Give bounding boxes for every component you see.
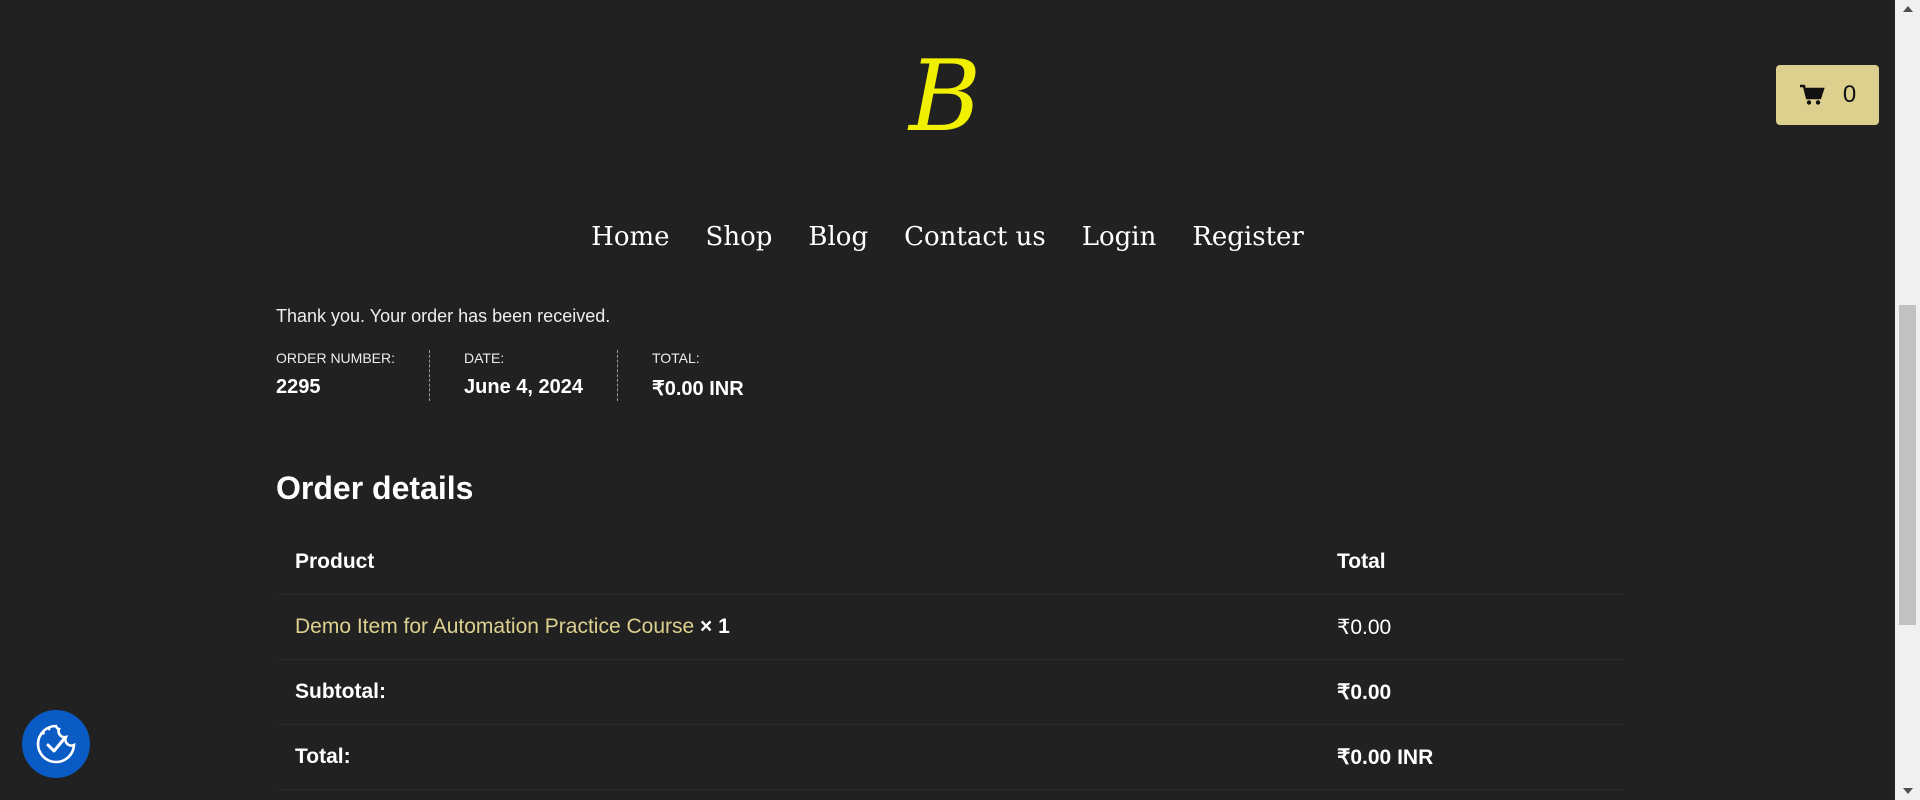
- scroll-up-arrow-icon[interactable]: [1895, 0, 1920, 18]
- overview-order-number: Order number: 2295: [276, 350, 431, 401]
- main-nav: Home Shop Blog Contact us Login Register: [0, 222, 1895, 252]
- table-row: Demo Item for Automation Practice Course…: [276, 594, 1626, 660]
- header-product: Product: [276, 530, 1318, 595]
- nav-home[interactable]: Home: [591, 222, 669, 252]
- vertical-scrollbar[interactable]: [1895, 0, 1920, 800]
- cart-count: 0: [1842, 81, 1857, 108]
- overview-label: Date:: [464, 350, 505, 366]
- order-details-table: Product Total Demo Item for Automation P…: [276, 530, 1626, 790]
- product-total: ₹0.00: [1318, 594, 1626, 660]
- header-total: Total: [1318, 530, 1626, 595]
- overview-value: 2295: [276, 376, 321, 398]
- scrollbar-thumb[interactable]: [1899, 305, 1916, 625]
- logo-icon: B: [907, 40, 981, 154]
- overview-total: Total: ₹0.00 INR: [652, 350, 778, 401]
- cart-icon: [1799, 84, 1825, 105]
- total-label: Total:: [276, 724, 1318, 790]
- subtotal-row: Subtotal: ₹0.00: [276, 659, 1626, 725]
- nav-register[interactable]: Register: [1192, 222, 1304, 252]
- svg-text:B: B: [907, 40, 981, 148]
- order-details-title: Order details: [276, 470, 474, 506]
- order-overview: Order number: 2295 Date: June 4, 2024 To…: [276, 350, 812, 401]
- product-cell: Demo Item for Automation Practice Course…: [276, 594, 1318, 660]
- cart-button[interactable]: 0: [1776, 65, 1879, 125]
- page: B 0 Home Shop Blog Contact us Login Regi…: [0, 0, 1895, 800]
- scroll-down-arrow-icon[interactable]: [1895, 782, 1920, 800]
- table-header-row: Product Total: [276, 530, 1626, 595]
- nav-login[interactable]: Login: [1082, 222, 1157, 252]
- nav-contact-us[interactable]: Contact us: [904, 222, 1046, 252]
- product-quantity: × 1: [700, 615, 730, 638]
- nav-shop[interactable]: Shop: [706, 222, 773, 252]
- cookie-consent-icon: [36, 724, 76, 764]
- overview-label: Order number:: [276, 350, 396, 366]
- overview-value: ₹0.00 INR: [651, 378, 744, 400]
- order-received-message: Thank you. Your order has been received.: [276, 306, 611, 326]
- overview-value: June 4, 2024: [464, 376, 583, 398]
- total-row: Total: ₹0.00 INR: [276, 724, 1626, 790]
- product-link[interactable]: Demo Item for Automation Practice Course: [295, 615, 694, 638]
- overview-date: Date: June 4, 2024: [464, 350, 618, 401]
- cookie-consent-button[interactable]: [22, 710, 90, 778]
- subtotal-label: Subtotal:: [276, 659, 1318, 725]
- subtotal-value: ₹0.00: [1318, 659, 1626, 725]
- nav-blog[interactable]: Blog: [808, 222, 868, 252]
- site-logo[interactable]: B: [905, 38, 985, 154]
- overview-label: Total:: [651, 350, 700, 366]
- total-value: ₹0.00 INR: [1318, 724, 1626, 790]
